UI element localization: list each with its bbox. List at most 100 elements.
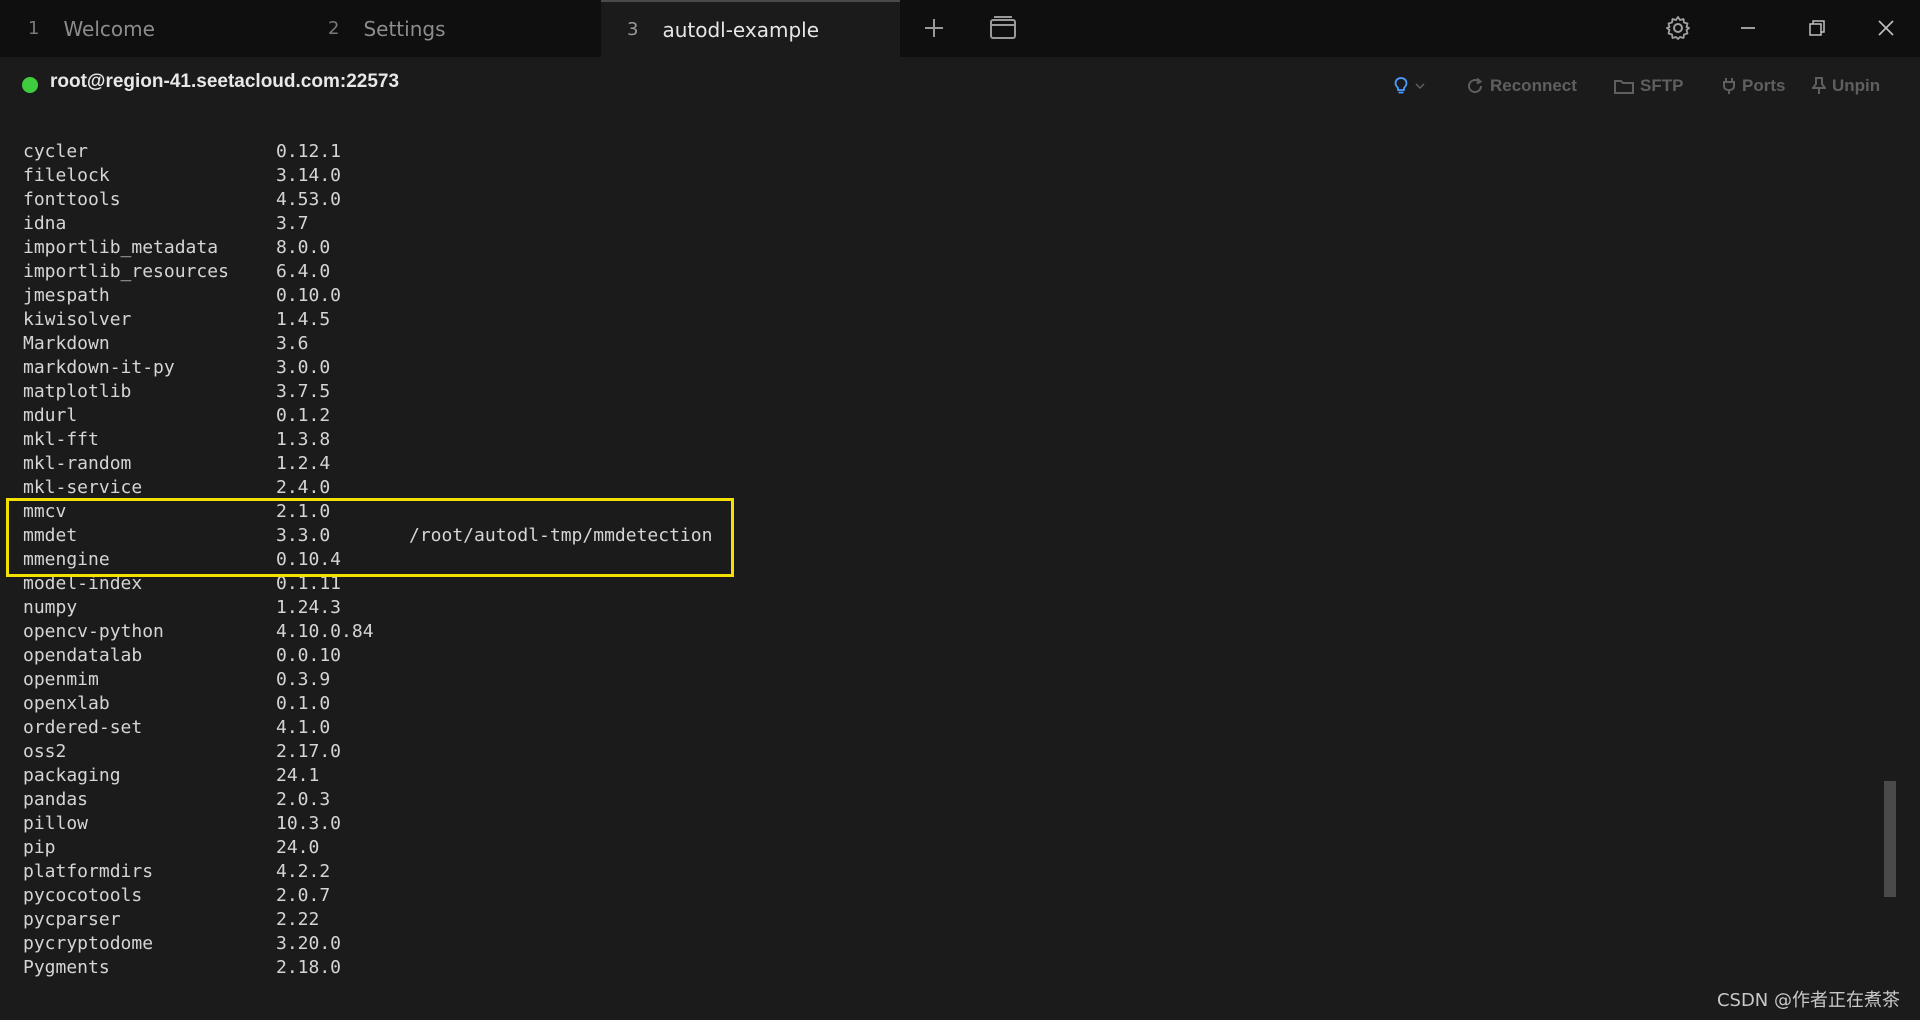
reconnect-label: Reconnect [1490, 76, 1577, 95]
package-version: 3.0.0 [276, 357, 331, 378]
close-icon [1878, 20, 1894, 36]
package-version: 1.24.3 [276, 597, 342, 618]
ports-button[interactable]: Ports [1722, 73, 1785, 99]
package-name: markdown-it-py [23, 357, 175, 378]
tab-bar: 1 Welcome 2 Settings 3 autodl-example [0, 0, 1920, 57]
restore-icon [1809, 20, 1825, 36]
package-version: 1.4.5 [276, 309, 331, 330]
tab-label: Welcome [63, 16, 155, 41]
package-version: 3.20.0 [276, 933, 342, 954]
package-name: opencv-python [23, 621, 164, 642]
ports-label: Ports [1742, 76, 1786, 95]
package-version: 8.0.0 [276, 237, 331, 258]
tab-overview-button[interactable] [983, 8, 1023, 48]
plus-icon [925, 19, 943, 37]
package-name: kiwisolver [23, 309, 132, 330]
package-name: mkl-service [23, 477, 143, 498]
tab-number: 2 [328, 18, 340, 39]
plug-icon [1723, 78, 1735, 94]
package-name: Markdown [23, 333, 110, 354]
gear-icon [1666, 16, 1690, 40]
tab-welcome[interactable]: 1 Welcome [0, 0, 300, 57]
package-version: 0.0.10 [276, 645, 342, 666]
connection-status-indicator [22, 77, 38, 93]
pin-icon [1812, 77, 1826, 94]
package-version: 24.0 [276, 837, 320, 858]
package-version: 0.12.1 [276, 141, 342, 162]
package-version: 1.3.8 [276, 429, 331, 450]
package-version: 2.4.0 [276, 477, 331, 498]
package-name: mkl-fft [23, 429, 99, 450]
package-name: pandas [23, 789, 89, 810]
window-stack-icon [990, 16, 1016, 39]
package-name: oss2 [23, 741, 67, 762]
package-name: pip [23, 837, 56, 858]
package-name: cycler [23, 141, 89, 162]
package-name: mdurl [23, 405, 78, 426]
tab-label: autodl-example [662, 17, 820, 42]
package-version: 10.3.0 [276, 813, 342, 834]
package-name: platformdirs [23, 861, 154, 882]
package-version: 6.4.0 [276, 261, 331, 282]
tab-number: 1 [28, 18, 40, 39]
tab-autodl-example[interactable]: 3 autodl-example [601, 0, 900, 57]
lightbulb-icon [1394, 77, 1408, 94]
package-name: jmespath [23, 285, 110, 306]
tab-label: Settings [363, 16, 446, 41]
watermark: CSDN @作者正在煮茶 [1716, 990, 1900, 1011]
terminal-output[interactable]: cycler 0.12.1 filelock 3.14.0 fonttools 4.53.… [0, 115, 1880, 1020]
reconnect-icon [1468, 77, 1483, 94]
package-version: 3.7 [276, 213, 309, 234]
package-version: 2.18.0 [276, 957, 342, 978]
unpin-label: Unpin [1832, 76, 1881, 95]
package-version: 2.22 [276, 909, 320, 930]
package-name: mkl-random [23, 453, 132, 474]
host-label: root@region-41.seetacloud.com:22573 [50, 71, 400, 92]
package-name: fonttools [23, 189, 121, 210]
package-name: packaging [23, 765, 121, 786]
minimize-icon [1741, 27, 1755, 29]
package-name: filelock [23, 165, 110, 186]
tab-settings[interactable]: 2 Settings [300, 0, 600, 57]
package-name: idna [23, 213, 67, 234]
package-version: 3.7.5 [276, 381, 331, 402]
package-name: Pygments [23, 957, 110, 978]
sftp-label: SFTP [1640, 76, 1684, 95]
package-version: 2.0.7 [276, 885, 331, 906]
package-version: 0.1.2 [276, 405, 331, 426]
package-version: 2.0.3 [276, 789, 331, 810]
package-version: 2.17.0 [276, 741, 342, 762]
settings-button[interactable] [1658, 8, 1698, 48]
package-version: 0.1.0 [276, 693, 331, 714]
package-name: opendatalab [23, 645, 143, 666]
highlight-box [6, 498, 734, 577]
package-version: 4.2.2 [276, 861, 331, 882]
package-version: 4.10.0.84 [276, 621, 374, 642]
new-tab-button[interactable] [914, 8, 954, 48]
package-version: 3.14.0 [276, 165, 342, 186]
package-name: pycryptodome [23, 933, 154, 954]
close-window-button[interactable] [1866, 8, 1906, 48]
folder-icon [1614, 80, 1634, 94]
tips-dropdown[interactable] [1393, 73, 1425, 99]
package-version: 3.6 [276, 333, 309, 354]
package-name: openxlab [23, 693, 110, 714]
restore-button[interactable] [1797, 8, 1837, 48]
chevron-down-icon [1415, 83, 1425, 90]
package-name: pycparser [23, 909, 121, 930]
minimize-button[interactable] [1728, 8, 1768, 48]
package-name: pillow [23, 813, 89, 834]
package-name: matplotlib [23, 381, 132, 402]
package-version: 4.53.0 [276, 189, 342, 210]
sftp-button[interactable]: SFTP [1614, 73, 1683, 99]
package-name: pycocotools [23, 885, 143, 906]
package-name: openmim [23, 669, 99, 690]
package-name: importlib_metadata [23, 237, 219, 258]
package-version: 24.1 [276, 765, 320, 786]
reconnect-button[interactable]: Reconnect [1466, 73, 1577, 99]
unpin-button[interactable]: Unpin [1812, 73, 1880, 99]
package-name: importlib_resources [23, 261, 229, 282]
package-version: 1.2.4 [276, 453, 331, 474]
terminal-scrollbar[interactable] [1884, 781, 1896, 897]
package-version: 4.1.0 [276, 717, 331, 738]
